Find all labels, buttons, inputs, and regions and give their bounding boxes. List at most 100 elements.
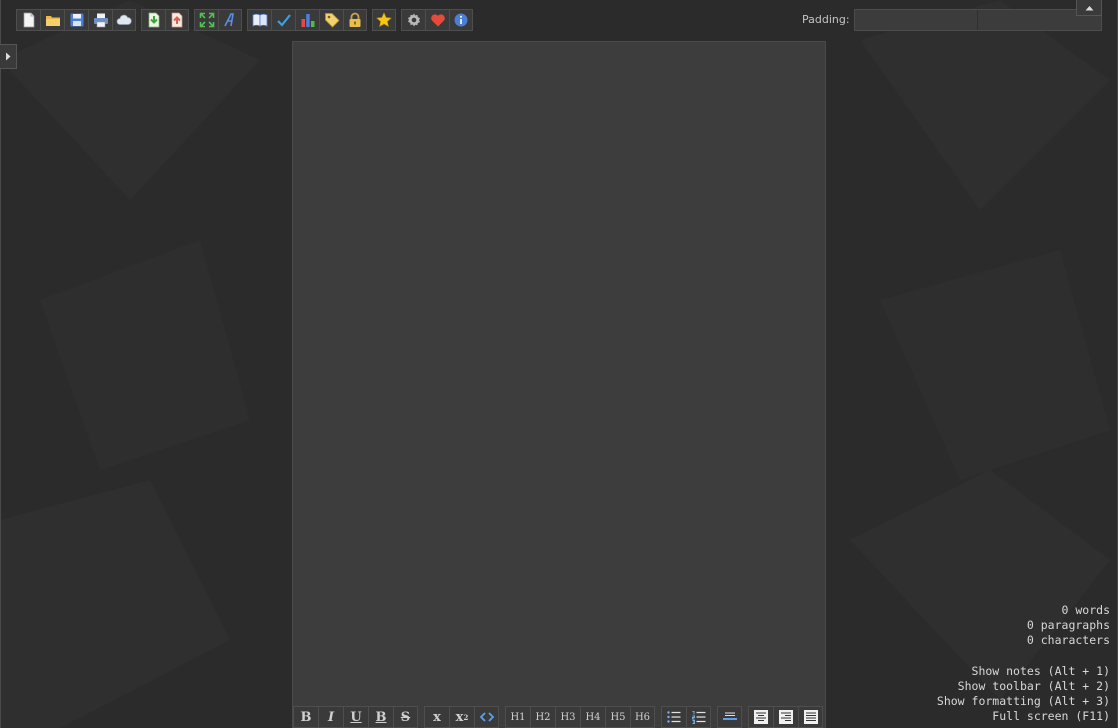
- notes-panel-toggle[interactable]: [0, 44, 17, 69]
- document-stats: 0 words 0 paragraphs 0 characters: [1027, 603, 1110, 648]
- format-group-rule: [717, 706, 742, 728]
- bulleted-list-icon: [667, 711, 681, 723]
- heading-5-label: H5: [610, 711, 626, 723]
- toolbar-group-file: [16, 9, 136, 31]
- import-icon: [148, 12, 159, 28]
- book-icon: [252, 13, 267, 27]
- word-count: 0 words: [1061, 603, 1110, 617]
- bulleted-list-button[interactable]: [661, 706, 686, 728]
- strikethrough-button[interactable]: S: [393, 706, 418, 728]
- numbered-list-icon: [691, 711, 705, 724]
- heading-5-button[interactable]: H5: [605, 706, 630, 728]
- format-group-align: [748, 706, 823, 728]
- lock-icon: [349, 12, 361, 27]
- heading-6-label: H6: [634, 711, 651, 723]
- fullscreen-icon: [199, 12, 214, 28]
- heading-1-button[interactable]: H1: [505, 706, 530, 728]
- align-right-icon: [779, 710, 793, 724]
- export-button[interactable]: [165, 9, 189, 31]
- editor-text-area[interactable]: [313, 62, 805, 688]
- bar-chart-icon: [301, 14, 314, 27]
- format-group-style: B I U B S: [293, 706, 418, 728]
- toolbar-group-tools: [247, 9, 367, 31]
- heading-6-button[interactable]: H6: [630, 706, 655, 728]
- new-document-icon: [23, 12, 34, 28]
- formatting-toolbar: B I U B S x x2 H1 H2 H3 H4 H5 H6: [293, 706, 829, 728]
- heading-4-button[interactable]: H4: [580, 706, 605, 728]
- padding-label: Padding:: [802, 13, 850, 26]
- toolbar-group-app: [401, 9, 473, 31]
- import-button[interactable]: [141, 9, 165, 31]
- print-button[interactable]: [88, 9, 112, 31]
- print-icon: [93, 13, 108, 28]
- editor-page: [292, 41, 826, 728]
- code-icon: [479, 712, 494, 722]
- padding-input-divider: [977, 10, 978, 30]
- notes-button[interactable]: [247, 9, 271, 31]
- code-button[interactable]: [474, 706, 499, 728]
- italic-button[interactable]: I: [318, 706, 343, 728]
- shortcut-links: Show notes (Alt + 1) Show toolbar (Alt +…: [937, 664, 1110, 724]
- format-group-lists: [661, 706, 711, 728]
- horizontal-rule-icon: [722, 712, 737, 720]
- show-toolbar-link[interactable]: Show toolbar (Alt + 2): [937, 679, 1110, 694]
- settings-button[interactable]: [401, 9, 425, 31]
- heart-icon: [430, 14, 445, 27]
- open-folder-icon: [45, 16, 60, 26]
- about-button[interactable]: [449, 9, 473, 31]
- show-formatting-link[interactable]: Show formatting (Alt + 3): [937, 694, 1110, 709]
- heading-2-button[interactable]: H2: [530, 706, 555, 728]
- underline-button[interactable]: U: [343, 706, 368, 728]
- caret-right-icon: [6, 52, 11, 61]
- caret-up-icon: [1085, 5, 1093, 10]
- font-button[interactable]: [218, 9, 242, 31]
- align-center-button[interactable]: [748, 706, 773, 728]
- horizontal-rule-button[interactable]: [717, 706, 742, 728]
- new-document-button[interactable]: [16, 9, 40, 31]
- cloud-button[interactable]: [112, 9, 136, 31]
- tag-icon: [324, 13, 340, 28]
- padding-input[interactable]: [854, 9, 1102, 31]
- align-right-button[interactable]: [773, 706, 798, 728]
- spellcheck-button[interactable]: [271, 9, 295, 31]
- numbered-list-button[interactable]: [686, 706, 711, 728]
- toolbar-group-view: [194, 9, 242, 31]
- support-button[interactable]: [425, 9, 449, 31]
- bold-underline-button[interactable]: B: [368, 706, 393, 728]
- heading-3-button[interactable]: H3: [555, 706, 580, 728]
- gear-icon: [407, 13, 420, 27]
- fullscreen-button[interactable]: [194, 9, 218, 31]
- show-notes-link[interactable]: Show notes (Alt + 1): [937, 664, 1110, 679]
- tags-button[interactable]: [319, 9, 343, 31]
- toolbar-group-transfer: [141, 9, 189, 31]
- spellcheck-icon: [276, 14, 291, 27]
- main-toolbar: [16, 9, 478, 31]
- open-file-button[interactable]: [40, 9, 64, 31]
- format-group-headings: H1 H2 H3 H4 H5 H6: [505, 706, 655, 728]
- align-justify-icon: [803, 710, 818, 724]
- save-button[interactable]: [64, 9, 88, 31]
- superscript-mark: 2: [463, 712, 469, 722]
- align-justify-button[interactable]: [798, 706, 823, 728]
- window-border-left: [0, 0, 1, 728]
- export-icon: [171, 12, 183, 28]
- bold-button[interactable]: B: [293, 706, 318, 728]
- format-group-script: x x2: [424, 706, 499, 728]
- star-icon: [376, 12, 392, 27]
- align-center-icon: [754, 710, 768, 724]
- cloud-icon: [116, 14, 132, 25]
- statistics-button[interactable]: [295, 9, 319, 31]
- strikethrough-label: S: [400, 709, 411, 725]
- heading-2-label: H2: [535, 711, 551, 723]
- bold-label: B: [300, 709, 312, 725]
- heading-3-label: H3: [560, 711, 576, 723]
- superscript-label: x: [455, 709, 464, 725]
- info-icon: [454, 13, 468, 27]
- subscript-button[interactable]: x: [424, 706, 449, 728]
- favorites-button[interactable]: [372, 9, 396, 31]
- superscript-button[interactable]: x2: [449, 706, 474, 728]
- full-screen-link[interactable]: Full screen (F11): [937, 709, 1110, 724]
- lock-button[interactable]: [343, 9, 367, 31]
- collapse-toolbar-button[interactable]: [1076, 0, 1102, 16]
- italic-label: I: [327, 709, 335, 725]
